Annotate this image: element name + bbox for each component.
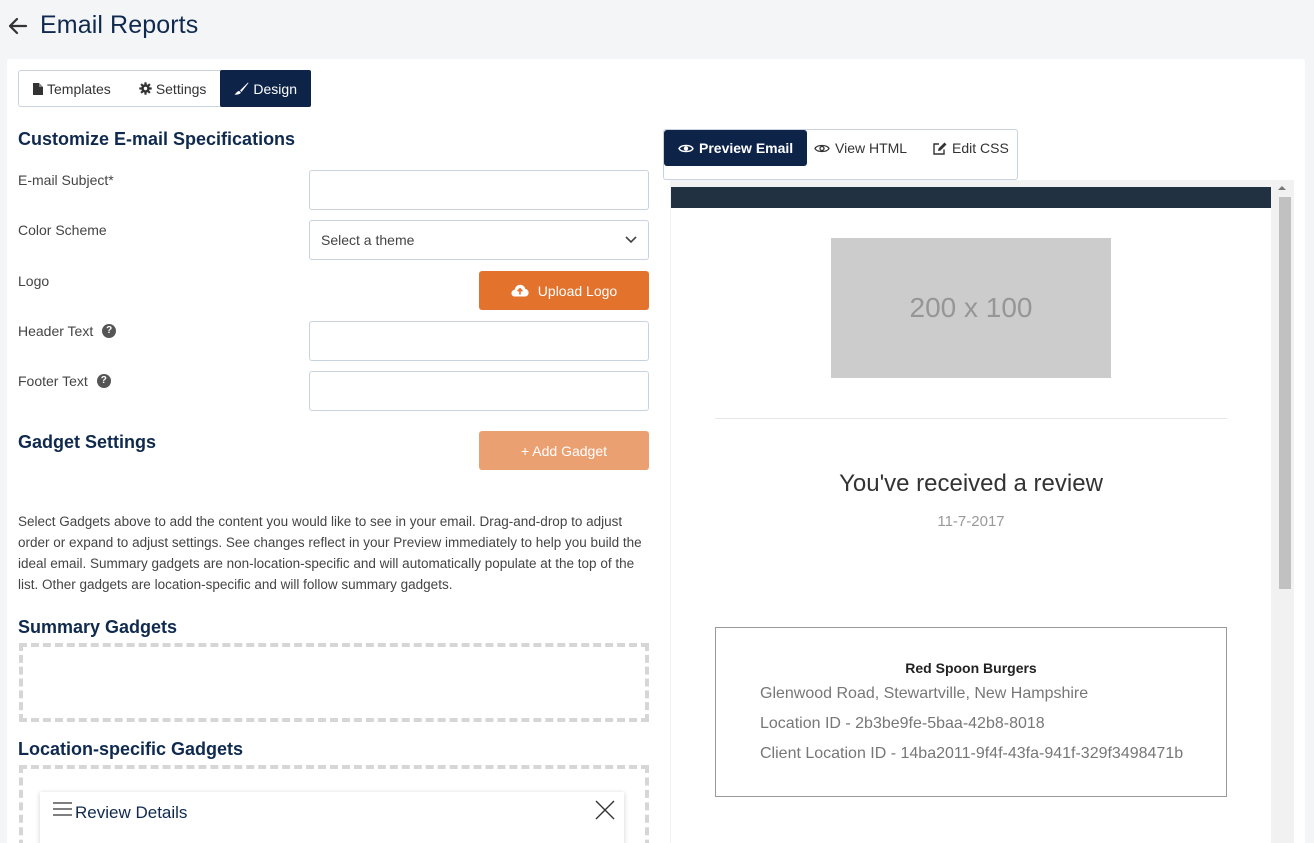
color-scheme-label-text: Color Scheme — [18, 222, 107, 238]
preview-tabs: Preview Email View HTML Edit CSS — [663, 129, 1018, 180]
edit-icon — [933, 142, 947, 155]
paintbrush-icon — [234, 82, 249, 95]
tab-design[interactable]: Design — [220, 70, 311, 107]
email-subject-input[interactable] — [309, 170, 649, 210]
design-tabs: Templates Settings Design — [18, 70, 311, 107]
tab-edit-css-label: Edit CSS — [952, 140, 1009, 156]
drag-handle-icon[interactable] — [53, 802, 72, 816]
email-date: 11-7-2017 — [937, 513, 1005, 530]
footer-text-input[interactable] — [309, 371, 649, 411]
header-text-input[interactable] — [309, 321, 649, 361]
chevron-down-icon — [625, 236, 637, 244]
top-bar: Email Reports — [0, 0, 1314, 58]
color-scheme-label: Color Scheme — [18, 222, 107, 238]
tab-view-html[interactable]: View HTML — [814, 130, 907, 166]
gear-icon — [139, 82, 152, 95]
gadget-settings-title: Gadget Settings — [18, 432, 157, 452]
question-circle-icon[interactable]: ? — [96, 374, 111, 388]
gadget-card-review-details[interactable]: Review Details — [40, 792, 624, 843]
color-scheme-value: Select a theme — [321, 232, 415, 248]
cloud-upload-icon — [511, 284, 529, 297]
eye-icon — [814, 144, 830, 152]
back-arrow-icon[interactable] — [6, 14, 28, 38]
email-preview-frame: 200 x 100 You've received a review 11-7-… — [670, 180, 1294, 843]
email-body: 200 x 100 You've received a review 11-7-… — [671, 187, 1271, 843]
eye-icon — [678, 144, 694, 152]
tab-view-html-label: View HTML — [835, 140, 908, 156]
location-address: Glenwood Road, Stewartville, New Hampshi… — [760, 685, 1089, 702]
tab-templates[interactable]: Templates — [19, 71, 125, 106]
tab-settings[interactable]: Settings — [125, 71, 221, 106]
header-text-label: Header Text ? — [18, 323, 117, 339]
main-card: Templates Settings Design Customize E-ma… — [7, 59, 1305, 843]
location-name: Red Spoon Burgers — [905, 660, 1037, 676]
tab-preview-email-label: Preview Email — [699, 140, 794, 156]
file-icon — [33, 82, 43, 95]
tab-design-label: Design — [253, 80, 297, 97]
close-icon[interactable] — [595, 800, 615, 820]
header-text-label-text: Header Text — [18, 323, 94, 339]
logo-label: Logo — [18, 273, 49, 289]
upload-logo-label: Upload Logo — [537, 282, 618, 299]
page-title: Email Reports — [40, 11, 199, 39]
logo-placeholder: 200 x 100 — [831, 238, 1111, 378]
gadget-description: Select Gadgets above to add the content … — [18, 514, 642, 592]
tab-settings-label: Settings — [155, 80, 207, 97]
email-divider — [715, 418, 1227, 419]
add-gadget-button[interactable]: + Add Gadget — [479, 431, 649, 470]
client-location-id: Client Location ID - 14ba2011-9f4f-43fa-… — [760, 745, 1184, 762]
tab-templates-label: Templates — [47, 80, 111, 97]
preview-scrollbar[interactable] — [1273, 180, 1291, 843]
gadget-name: Review Details — [75, 803, 188, 822]
email-subject-label: E-mail Subject* — [18, 172, 114, 188]
question-circle-icon[interactable]: ? — [102, 324, 117, 338]
location-id: Location ID - 2b3be9fe-5baa-42b8-8018 — [760, 715, 1045, 732]
summary-gadgets-dropzone[interactable] — [19, 643, 649, 722]
footer-text-label-text: Footer Text — [18, 373, 88, 389]
summary-gadgets-title: Summary Gadgets — [18, 617, 178, 637]
upload-logo-button[interactable]: Upload Logo — [479, 271, 649, 310]
email-heading: You've received a review — [839, 470, 1103, 497]
location-gadgets-title: Location-specific Gadgets — [18, 739, 244, 759]
logo-label-text: Logo — [18, 273, 50, 289]
footer-text-label: Footer Text ? — [18, 373, 111, 389]
email-header-bar — [671, 187, 1271, 208]
scrollbar-thumb[interactable] — [1279, 197, 1291, 589]
tab-edit-css[interactable]: Edit CSS — [933, 130, 1009, 166]
customize-section-title: Customize E-mail Specifications — [18, 129, 296, 149]
scroll-up-arrow-icon[interactable] — [1273, 180, 1291, 196]
tab-preview-email[interactable]: Preview Email — [664, 130, 808, 166]
color-scheme-select[interactable]: Select a theme — [309, 220, 649, 260]
location-box: Red Spoon Burgers Glenwood Road, Stewart… — [715, 627, 1227, 797]
email-subject-label-text: E-mail Subject* — [18, 172, 114, 188]
